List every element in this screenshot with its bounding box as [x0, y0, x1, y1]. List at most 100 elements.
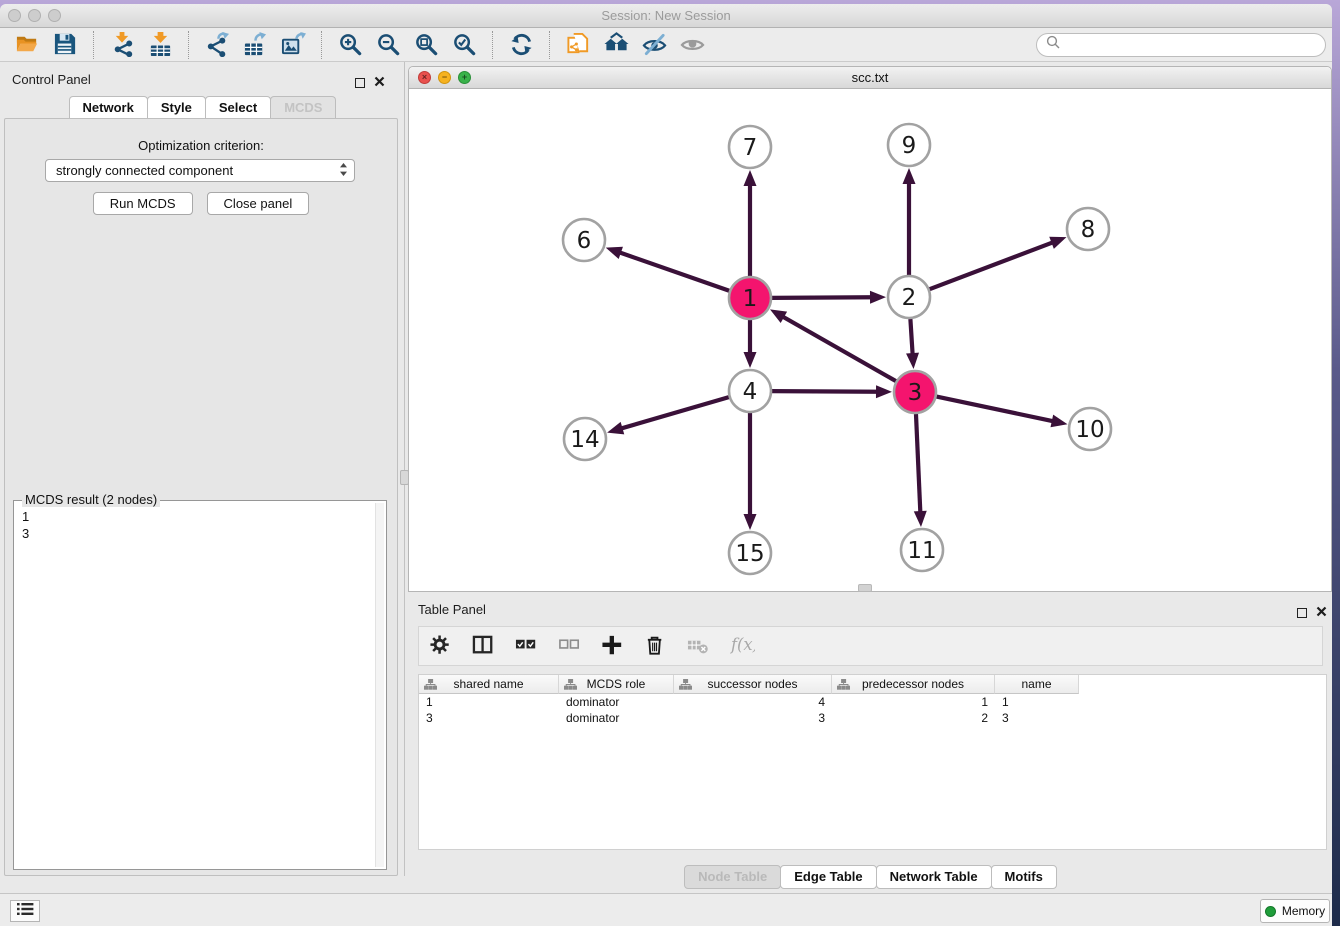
- export-image-icon[interactable]: [274, 30, 312, 60]
- show-all-icon[interactable]: [673, 30, 711, 60]
- table-panel-title: Table Panel: [418, 602, 486, 617]
- node-15[interactable]: 15: [729, 532, 771, 574]
- task-history-button[interactable]: [10, 900, 40, 922]
- tab-select[interactable]: Select: [205, 96, 271, 119]
- open-session-icon[interactable]: [8, 30, 46, 60]
- column-header-name[interactable]: name: [995, 675, 1079, 694]
- node-14[interactable]: 14: [564, 418, 606, 460]
- deselect-all-icon[interactable]: [556, 632, 584, 660]
- edge-3-10[interactable]: [937, 397, 1068, 428]
- criterion-dropdown[interactable]: strongly connected component: [45, 159, 355, 182]
- node-7[interactable]: 7: [729, 126, 771, 168]
- attribute-hierarchy-icon: [424, 679, 437, 694]
- edge-1-4[interactable]: [744, 320, 757, 368]
- table-cell[interactable]: 3: [419, 711, 559, 725]
- result-scrollbar[interactable]: [375, 503, 384, 867]
- edge-4-3[interactable]: [772, 385, 892, 398]
- delete-table-icon: [685, 632, 713, 660]
- edge-2-9[interactable]: [903, 168, 916, 275]
- refresh-icon[interactable]: [502, 30, 540, 60]
- table-cell[interactable]: 3: [995, 711, 1079, 725]
- table-settings-icon[interactable]: [427, 632, 455, 660]
- column-header-shared-name[interactable]: shared name: [419, 675, 559, 694]
- node-1[interactable]: 1: [729, 277, 771, 319]
- application-window: Session: New Session Control Panel Netwo…: [0, 4, 1332, 926]
- node-label: 15: [735, 541, 764, 567]
- save-session-icon[interactable]: [46, 30, 84, 60]
- close-panel-icon[interactable]: [374, 74, 385, 92]
- table-cell[interactable]: 1: [419, 695, 559, 709]
- node-2[interactable]: 2: [888, 276, 930, 318]
- tab-node-table[interactable]: Node Table: [684, 865, 781, 889]
- node-label: 8: [1081, 217, 1096, 243]
- table-cell[interactable]: 1: [995, 695, 1079, 709]
- table-cell[interactable]: 4: [674, 695, 832, 709]
- export-table-icon[interactable]: [236, 30, 274, 60]
- table-cell[interactable]: 1: [832, 695, 995, 709]
- edge-4-14[interactable]: [607, 397, 729, 434]
- column-header-successor-nodes[interactable]: successor nodes: [674, 675, 832, 694]
- float-panel-icon[interactable]: [355, 78, 365, 88]
- first-neighbors-icon[interactable]: [597, 30, 635, 60]
- node-label: 4: [743, 379, 758, 405]
- node-4[interactable]: 4: [729, 370, 771, 412]
- edge-2-3[interactable]: [906, 319, 919, 369]
- tab-network[interactable]: Network: [69, 96, 148, 119]
- edge-2-8[interactable]: [930, 237, 1067, 289]
- delete-column-icon[interactable]: [642, 632, 670, 660]
- table-row[interactable]: 1dominator411: [419, 694, 1326, 710]
- edge-1-6[interactable]: [606, 247, 730, 291]
- table-cell[interactable]: dominator: [559, 711, 674, 725]
- node-6[interactable]: 6: [563, 219, 605, 261]
- new-network-from-selection-icon[interactable]: [559, 30, 597, 60]
- table-cell[interactable]: dominator: [559, 695, 674, 709]
- table-cell[interactable]: 3: [674, 711, 832, 725]
- column-header-predecessor-nodes[interactable]: predecessor nodes: [832, 675, 995, 694]
- tab-edge-table[interactable]: Edge Table: [780, 865, 876, 889]
- zoom-selected-icon[interactable]: [445, 30, 483, 60]
- export-network-icon[interactable]: [198, 30, 236, 60]
- table-panel-controls: [1297, 604, 1327, 622]
- column-visibility-icon[interactable]: [470, 632, 498, 660]
- close-panel-button[interactable]: Close panel: [207, 192, 310, 215]
- network-resize-handle[interactable]: [858, 584, 872, 592]
- search-input[interactable]: [1066, 37, 1316, 52]
- memory-button[interactable]: Memory: [1260, 899, 1330, 923]
- node-8[interactable]: 8: [1067, 208, 1109, 250]
- table-header-row: shared nameMCDS rolesuccessor nodesprede…: [419, 675, 1326, 694]
- edge-3-11[interactable]: [914, 414, 927, 527]
- node-3[interactable]: 3: [894, 371, 936, 413]
- search-box[interactable]: [1036, 33, 1326, 57]
- table-cell[interactable]: 2: [832, 711, 995, 725]
- zoom-in-icon[interactable]: [331, 30, 369, 60]
- zoom-out-icon[interactable]: [369, 30, 407, 60]
- result-line: 1: [22, 508, 29, 525]
- node-9[interactable]: 9: [888, 124, 930, 166]
- tab-network-table[interactable]: Network Table: [876, 865, 992, 889]
- edge-1-2[interactable]: [772, 291, 886, 304]
- column-header-mcds-role[interactable]: MCDS role: [559, 675, 674, 694]
- add-column-icon[interactable]: [599, 632, 627, 660]
- tab-style[interactable]: Style: [147, 96, 206, 119]
- edge-3-1[interactable]: [770, 309, 896, 381]
- node-11[interactable]: 11: [901, 529, 943, 571]
- memory-status-dot: [1265, 906, 1276, 917]
- tab-motifs[interactable]: Motifs: [991, 865, 1057, 889]
- tab-mcds[interactable]: MCDS: [270, 96, 336, 119]
- table-row[interactable]: 3dominator323: [419, 710, 1326, 726]
- zoom-fit-icon[interactable]: [407, 30, 445, 60]
- network-window-titlebar[interactable]: × − + scc.txt: [409, 67, 1331, 89]
- node-10[interactable]: 10: [1069, 408, 1111, 450]
- edge-1-7[interactable]: [744, 170, 757, 276]
- import-network-icon[interactable]: [103, 30, 141, 60]
- float-table-panel-icon[interactable]: [1297, 608, 1307, 618]
- import-table-icon[interactable]: [141, 30, 179, 60]
- edge-4-15[interactable]: [744, 413, 757, 530]
- list-icon: [16, 901, 34, 922]
- run-mcds-button[interactable]: Run MCDS: [93, 192, 193, 215]
- close-table-panel-icon[interactable]: [1316, 604, 1327, 622]
- select-all-icon[interactable]: [513, 632, 541, 660]
- search-icon: [1046, 35, 1060, 54]
- network-canvas-svg[interactable]: 1 2 3 4 6 7 8 9 10 11 14 15: [409, 89, 1331, 591]
- hide-selected-icon[interactable]: [635, 30, 673, 60]
